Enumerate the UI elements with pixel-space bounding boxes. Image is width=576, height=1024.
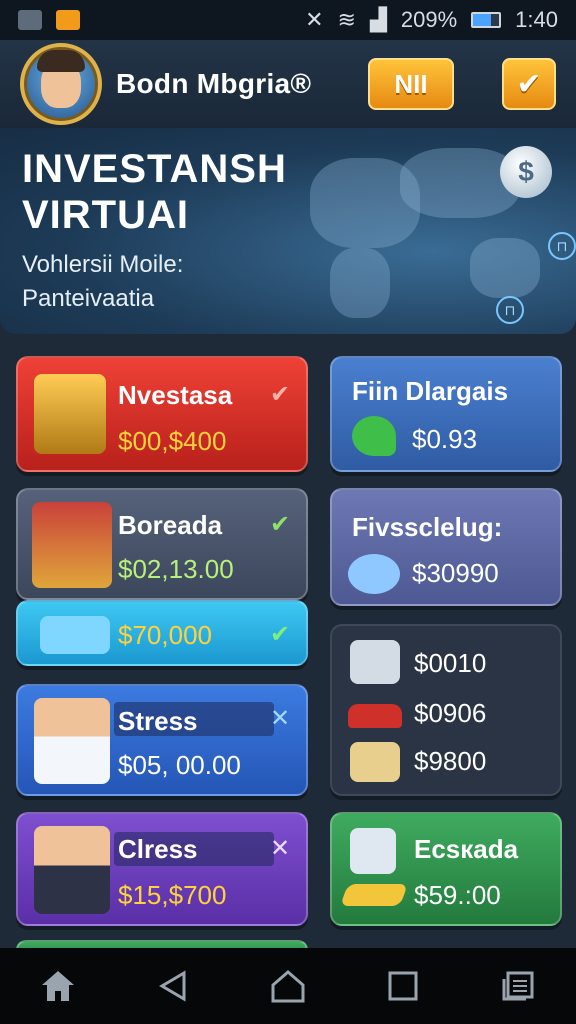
back-icon[interactable] <box>149 962 197 1010</box>
battery-icon <box>471 12 502 28</box>
close-icon[interactable]: ✕ <box>270 834 290 863</box>
avatar-face-icon <box>37 50 85 108</box>
card-title: Fiin Dlargais <box>352 376 509 406</box>
list-amount: $0010 <box>414 648 487 678</box>
avatar[interactable] <box>20 43 102 125</box>
chart-map-icon <box>40 616 110 654</box>
menu-icon[interactable] <box>494 962 542 1010</box>
hero-subtitle-line2: Panteivaatia <box>22 285 155 312</box>
close-icon[interactable]: ✕ <box>270 704 290 733</box>
clock: 1:40 <box>515 7 558 32</box>
card-fiin-dlargais[interactable]: Fiin Dlargais $0.93 <box>330 356 562 472</box>
check-icon: ✔ <box>270 511 291 538</box>
briefcase-icon <box>350 640 400 684</box>
signal-icon: ▟ <box>369 7 387 32</box>
card-title: Ecsкada <box>414 834 519 864</box>
list-amount: $9800 <box>414 746 487 776</box>
card-amount: $0.93 <box>412 424 478 454</box>
card-boreada[interactable]: Boreada $02,13.00 ✔ <box>16 488 308 600</box>
shopping-bag-icon <box>350 828 396 874</box>
card-title: Clress <box>118 834 198 864</box>
card-amount: $05, 00.00 <box>118 750 241 780</box>
hero-title-line2: VIRTUAI <box>22 193 189 237</box>
hero-banner: INVESTANSH VIRTUAI Vohlersii Moile: Pant… <box>0 128 576 334</box>
map-continent <box>330 248 390 318</box>
home-icon[interactable] <box>34 962 82 1010</box>
card-amount: $02,13.00 <box>118 554 234 584</box>
confirm-button[interactable]: ✔ <box>502 58 556 110</box>
app-icon <box>56 10 80 30</box>
coin-stack-icon <box>32 502 112 588</box>
envelope-pencil-icon <box>350 742 400 782</box>
hero-subtitle: Vohlersii Moile: Panteivaatia <box>22 248 183 316</box>
status-bar: ✕ ≋ ▟ 209% 1:40 <box>0 0 576 40</box>
card-nvestasa[interactable]: Nvestasa $00,$400 ✔ <box>16 356 308 472</box>
shield-dollar-icon <box>34 374 106 454</box>
heart-icon <box>352 416 396 456</box>
home-outline-icon[interactable] <box>264 962 312 1010</box>
orb-icon: ⊓ <box>548 232 576 260</box>
car-icon <box>348 704 402 728</box>
orb-icon: ⊓ <box>496 296 524 324</box>
card-cyan[interactable]: $70,000 ✔ <box>16 600 308 666</box>
card-list[interactable]: $0010 $0906 $9800 <box>330 624 562 796</box>
card-title: Nvestasa <box>118 380 233 410</box>
card-amount: $15,$700 <box>118 880 227 910</box>
nii-button[interactable]: NII <box>368 58 454 110</box>
map-continent <box>470 238 540 298</box>
brand-name: Bodn Mbgria® <box>116 68 312 99</box>
battery-percent: 209% <box>400 7 458 32</box>
card-title: Fivssclelug: <box>352 512 503 542</box>
businessman-icon <box>34 698 110 784</box>
magnifier-hand-icon <box>348 554 400 594</box>
card-title: Stress <box>118 706 198 736</box>
manager-icon <box>34 826 110 914</box>
system-nav-bar <box>0 948 576 1024</box>
card-amount: $30990 <box>412 558 499 588</box>
card-ecskada[interactable]: Ecsкada $59.:00 <box>330 812 562 926</box>
card-clress[interactable]: Clress $15,$700 ✕ <box>16 812 308 926</box>
dollar-coin-icon[interactable]: $ <box>500 146 552 198</box>
wifi-icon: ≋ <box>337 7 356 32</box>
list-amount: $0906 <box>414 698 487 728</box>
mute-icon: ✕ <box>305 7 324 32</box>
card-amount: $00,$400 <box>118 426 227 456</box>
check-icon: ✔ <box>270 621 291 648</box>
card-amount: $70,000 <box>118 620 212 650</box>
hero-title: INVESTANSH VIRTUAI <box>22 146 287 238</box>
gold-bar-icon <box>339 884 409 906</box>
check-icon: ✔ <box>270 381 291 408</box>
app-header: Bodn Mbgria® NII ✔ <box>0 40 576 128</box>
card-fivssclelug[interactable]: Fivssclelug: $30990 <box>330 488 562 606</box>
hero-subtitle-line1: Vohlersii Moile: <box>22 251 184 278</box>
recents-icon[interactable] <box>379 962 427 1010</box>
card-amount: $59.:00 <box>414 880 501 910</box>
card-stress[interactable]: Stress $05, 00.00 ✕ <box>16 684 308 796</box>
card-title: Boreada <box>118 510 223 540</box>
hero-title-line1: INVESTANSH <box>22 147 287 191</box>
gallery-icon <box>18 10 42 30</box>
